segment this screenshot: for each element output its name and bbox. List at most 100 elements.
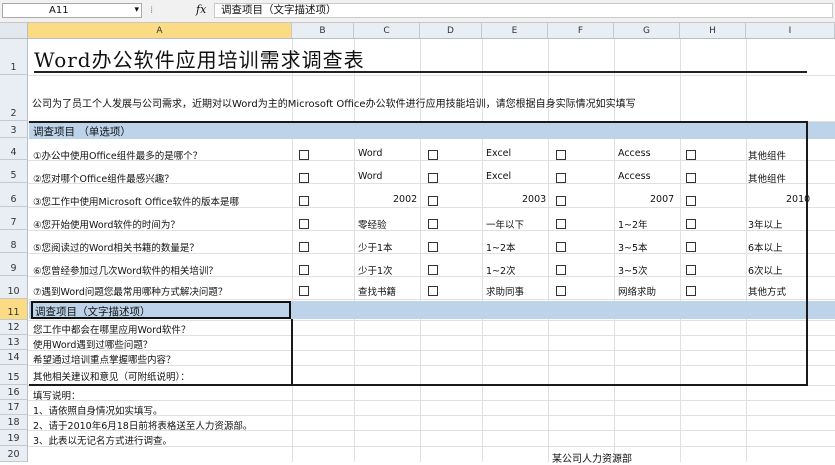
- name-box-dropdown-icon[interactable]: ▾: [134, 4, 139, 17]
- checkbox[interactable]: [299, 242, 309, 252]
- survey-intro: 公司为了员工个人发展与公司需求，近期对以Word为主的Microsoft Off…: [32, 99, 636, 110]
- row-header-4[interactable]: 4: [0, 138, 28, 160]
- insert-function-icon[interactable]: fx: [196, 3, 206, 16]
- row-header-18[interactable]: 18: [0, 415, 28, 430]
- formula-input[interactable]: 调查项目（文字描述项）: [214, 3, 833, 18]
- checkbox[interactable]: [556, 242, 566, 252]
- gridline: [746, 39, 747, 462]
- column-header-g[interactable]: G: [614, 23, 680, 39]
- option-label: 1~2本: [486, 243, 516, 254]
- notes-title: 填写说明：: [33, 391, 81, 402]
- option-label: 2003: [522, 194, 547, 205]
- option-label: 网络求助: [618, 287, 657, 298]
- row-header-14[interactable]: 14: [0, 350, 28, 365]
- checkbox[interactable]: [428, 196, 438, 206]
- gridline: [28, 400, 835, 401]
- checkbox[interactable]: [556, 265, 566, 275]
- checkbox[interactable]: [428, 242, 438, 252]
- row-header-15[interactable]: 15: [0, 365, 28, 385]
- name-box[interactable]: A11 ▾: [2, 3, 142, 18]
- table-border-bottom: [29, 384, 808, 386]
- option-label: 3~5次: [618, 266, 648, 277]
- checkbox[interactable]: [686, 150, 696, 160]
- question-text: ⑦遇到Word问题您最常用哪种方式解决问题？: [33, 287, 228, 298]
- checkbox[interactable]: [556, 173, 566, 183]
- checkbox[interactable]: [686, 265, 696, 275]
- table-border-inner: [291, 319, 293, 385]
- row-header-1[interactable]: 1: [0, 39, 28, 75]
- checkbox[interactable]: [299, 265, 309, 275]
- checkbox[interactable]: [556, 196, 566, 206]
- column-header-f[interactable]: F: [548, 23, 614, 39]
- column-header-i[interactable]: I: [746, 23, 835, 39]
- checkbox[interactable]: [686, 219, 696, 229]
- question-text: ③您工作中使用Microsoft Office软件的版本是哪: [33, 197, 239, 208]
- section-band-single-choice: [29, 122, 835, 139]
- checkbox[interactable]: [686, 196, 696, 206]
- option-label: 少于1次: [358, 266, 393, 277]
- column-header-a[interactable]: A: [28, 23, 292, 39]
- title-underline: [34, 71, 807, 73]
- option-label: Access: [618, 148, 651, 159]
- column-header-b[interactable]: B: [292, 23, 354, 39]
- column-header-h[interactable]: H: [680, 23, 746, 39]
- checkbox[interactable]: [428, 286, 438, 296]
- question-text: ②您对哪个Office组件最感兴趣？: [33, 174, 174, 185]
- row-header-2[interactable]: 2: [0, 75, 28, 121]
- question-text: ⑤您阅读过的Word相关书籍的数量是？: [33, 243, 199, 254]
- footer-department: 某公司人力资源部: [552, 454, 632, 465]
- checkbox[interactable]: [428, 219, 438, 229]
- option-label: Excel: [486, 148, 512, 159]
- option-label: 2007: [650, 194, 675, 205]
- question-text: ④您开始使用Word软件的时间为？: [33, 220, 180, 231]
- checkbox[interactable]: [686, 286, 696, 296]
- row-header-7[interactable]: 7: [0, 207, 28, 230]
- row-header-5[interactable]: 5: [0, 160, 28, 183]
- checkbox[interactable]: [556, 219, 566, 229]
- row-header-20[interactable]: 20: [0, 446, 28, 462]
- option-label: Word: [358, 148, 383, 159]
- checkbox[interactable]: [428, 173, 438, 183]
- row-header-12[interactable]: 12: [0, 320, 28, 335]
- row-header-6[interactable]: 6: [0, 183, 28, 207]
- text-item: 希望通过培训重点掌握哪些内容？: [33, 355, 176, 366]
- option-label: 6本以上: [748, 243, 783, 254]
- option-label: 1~2次: [486, 266, 516, 277]
- checkbox[interactable]: [299, 219, 309, 229]
- checkbox[interactable]: [686, 242, 696, 252]
- column-header-e[interactable]: E: [482, 23, 548, 39]
- checkbox[interactable]: [686, 173, 696, 183]
- checkbox[interactable]: [299, 286, 309, 296]
- row-header-10[interactable]: 10: [0, 276, 28, 299]
- column-header-d[interactable]: D: [420, 23, 482, 39]
- option-label: Excel: [486, 171, 512, 182]
- row-header-9[interactable]: 9: [0, 253, 28, 276]
- row-header-8[interactable]: 8: [0, 230, 28, 253]
- option-label: 2002: [393, 194, 418, 205]
- text-item: 您工作中都会在哪里应用Word软件？: [33, 325, 191, 336]
- checkbox[interactable]: [556, 286, 566, 296]
- option-label: 求助同事: [486, 287, 525, 298]
- active-cell-a11[interactable]: [31, 301, 291, 319]
- row-header-13[interactable]: 13: [0, 335, 28, 350]
- option-label: 其他组件: [748, 174, 787, 185]
- row-header-19[interactable]: 19: [0, 430, 28, 446]
- checkbox[interactable]: [428, 150, 438, 160]
- row-header-3[interactable]: 3: [0, 121, 28, 138]
- select-all-corner[interactable]: [0, 23, 28, 39]
- checkbox[interactable]: [428, 265, 438, 275]
- checkbox[interactable]: [299, 173, 309, 183]
- option-label: 一年以下: [486, 220, 525, 231]
- name-box-value: A11: [49, 5, 69, 16]
- row-header-16[interactable]: 16: [0, 385, 28, 400]
- option-label: 少于1本: [358, 243, 393, 254]
- column-header-c[interactable]: C: [354, 23, 420, 39]
- row-header-11[interactable]: 11: [0, 299, 28, 320]
- checkbox[interactable]: [556, 150, 566, 160]
- option-label: 3年以上: [748, 220, 783, 231]
- formula-bar-separator[interactable]: ⁞: [150, 2, 153, 19]
- checkbox[interactable]: [299, 150, 309, 160]
- checkbox[interactable]: [299, 196, 309, 206]
- row-header-17[interactable]: 17: [0, 400, 28, 415]
- option-label: 其他方式: [748, 287, 787, 298]
